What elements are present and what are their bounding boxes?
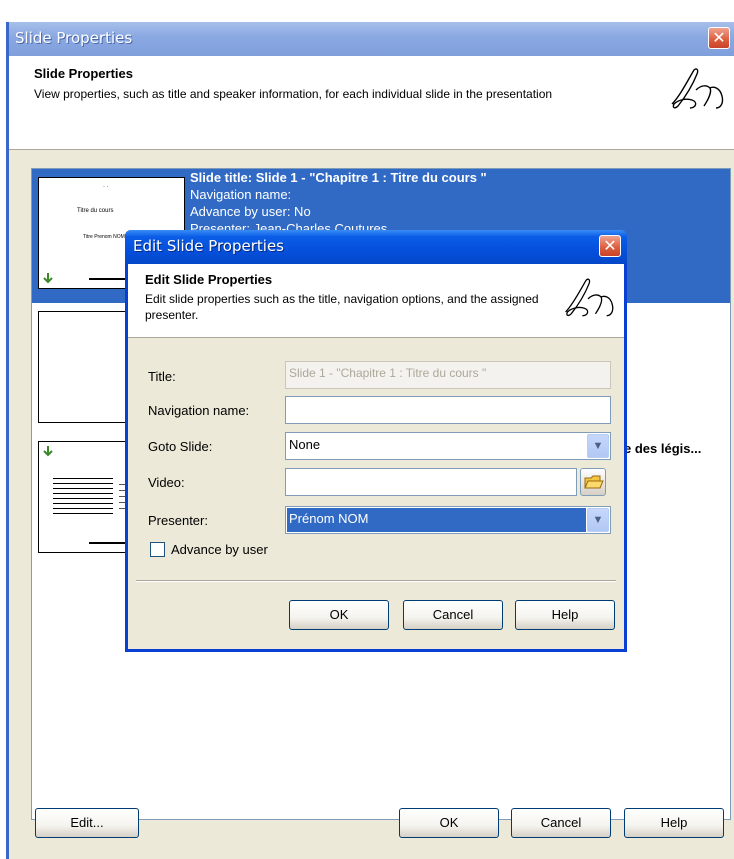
ok-button[interactable]: OK [399, 808, 499, 838]
window-title: Slide Properties [15, 29, 133, 47]
window-header: Slide Properties View properties, such a… [9, 56, 734, 150]
divider [136, 580, 616, 582]
slide-title-line: Slide title: Slide 1 - "Chapitre 1 : Tit… [190, 170, 487, 185]
goto-slide-label: Goto Slide: [148, 439, 213, 454]
slide-advance-line: Advance by user: No [190, 204, 311, 219]
header-description: View properties, such as title and speak… [34, 87, 553, 101]
thumb-text-lines [53, 478, 113, 518]
title-label: Title: [148, 369, 176, 384]
ok-button[interactable]: OK [289, 600, 389, 630]
video-label: Video: [148, 475, 185, 490]
help-button[interactable]: Help [515, 600, 615, 630]
dialog-header-description: Edit slide properties such as the title,… [145, 292, 539, 322]
brand-logo-icon [671, 68, 724, 109]
dialog-title: Edit Slide Properties [133, 237, 284, 255]
thumb-dots: · · [103, 184, 109, 190]
thumb-subtitle: Titre Prenom NOM [83, 234, 125, 240]
slide-info-1: Slide title: Slide 1 - "Chapitre 1 : Tit… [190, 169, 487, 237]
thumb-title: Titre du cours [77, 208, 114, 214]
edit-slide-properties-dialog: Edit Slide Properties ✕ Edit Slide Prope… [125, 230, 627, 652]
cancel-button[interactable]: Cancel [403, 600, 503, 630]
navigation-name-label: Navigation name: [148, 403, 250, 418]
video-input[interactable] [285, 468, 577, 496]
dialog-header: Edit Slide Properties Edit slide propert… [128, 264, 624, 338]
presenter-select[interactable]: Prénom NOM ▼ [285, 506, 611, 534]
chevron-down-icon[interactable]: ▼ [587, 508, 609, 532]
navigation-name-input[interactable] [285, 396, 611, 424]
dialog-titlebar[interactable]: Edit Slide Properties ✕ [125, 230, 627, 264]
window-titlebar[interactable]: Slide Properties ✕ [9, 22, 734, 56]
brand-logo-icon [565, 278, 614, 317]
help-button[interactable]: Help [624, 808, 724, 838]
presenter-value: Prénom NOM [289, 511, 369, 526]
advance-by-user-label[interactable]: Advance by user [171, 542, 268, 557]
goto-slide-value: None [289, 437, 321, 452]
slide-title-fragment: e des légis... [624, 441, 702, 456]
slide-navigation-line: Navigation name: [190, 187, 292, 202]
close-icon[interactable]: ✕ [708, 27, 730, 49]
transition-arrow-icon [43, 446, 53, 457]
folder-open-icon [584, 475, 604, 489]
dialog-header-title: Edit Slide Properties [145, 272, 273, 287]
chevron-down-icon[interactable]: ▼ [587, 434, 609, 458]
header-title: Slide Properties [34, 66, 133, 81]
close-icon[interactable]: ✕ [599, 235, 621, 257]
cancel-button[interactable]: Cancel [511, 808, 611, 838]
edit-button[interactable]: Edit... [35, 808, 139, 838]
goto-slide-select[interactable]: None ▼ [285, 432, 611, 460]
browse-video-button[interactable] [580, 468, 606, 496]
presenter-label: Presenter: [148, 513, 208, 528]
title-field[interactable]: Slide 1 - "Chapitre 1 : Titre du cours " [285, 361, 611, 389]
transition-arrow-icon [43, 273, 53, 284]
advance-by-user-checkbox[interactable] [150, 542, 165, 557]
